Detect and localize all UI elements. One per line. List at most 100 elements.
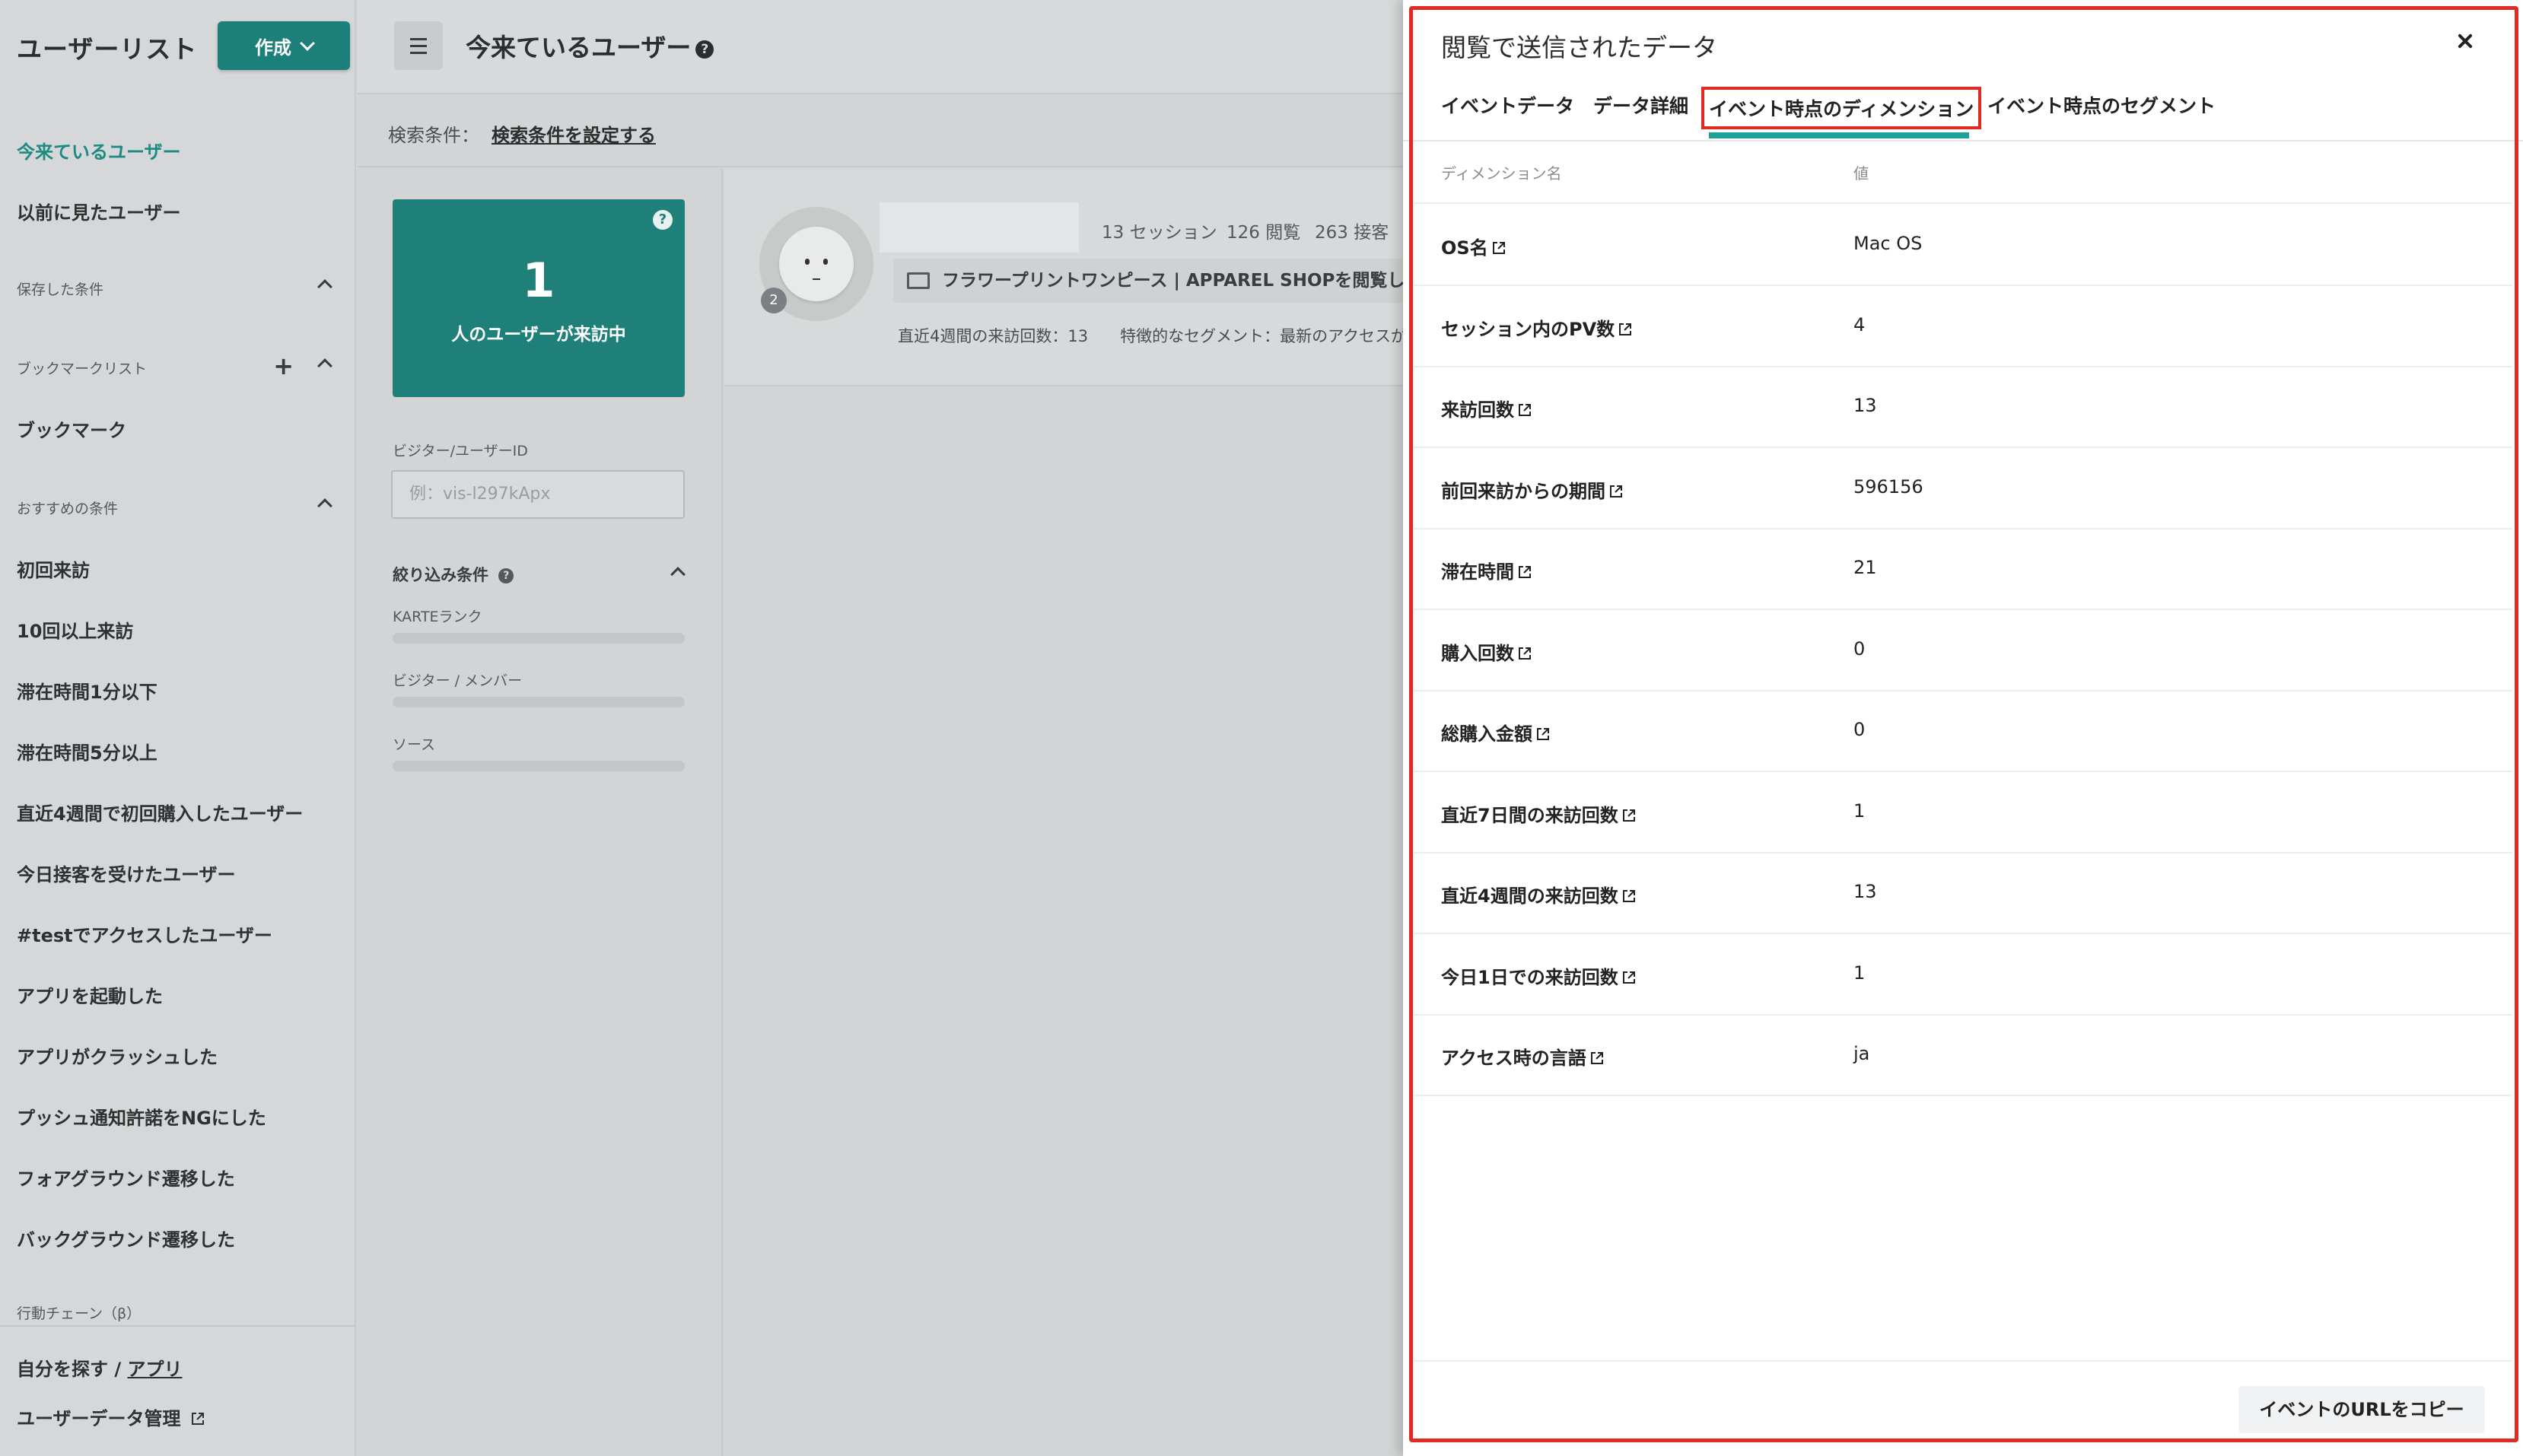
table-row: 来訪回数 13 [1414, 367, 2512, 448]
table-row: 総購入金額 0 [1414, 691, 2512, 772]
external-link-icon[interactable] [1517, 646, 1532, 661]
tab-event-dimensions[interactable]: イベント時点のディメンション [1701, 87, 1982, 129]
sidebar-item-find-self[interactable]: 自分を探す / アプリ [17, 1354, 182, 1381]
external-link-icon[interactable] [1621, 808, 1637, 823]
external-link-icon[interactable] [1618, 322, 1633, 337]
avatar-face-icon [779, 227, 854, 301]
dimension-name[interactable]: 購入回数 [1441, 638, 1532, 665]
copy-event-url-button[interactable]: イベントのURLをコピー [2238, 1386, 2485, 1433]
source-bar[interactable] [393, 761, 685, 771]
sidebar-section-saved[interactable]: 保存した条件 [17, 278, 333, 299]
visitor-id-input[interactable]: 例：vis-l297kApx [391, 470, 685, 519]
external-link-icon[interactable] [1535, 726, 1551, 742]
tab-event-data[interactable]: イベントデータ [1441, 91, 1574, 119]
dimension-value: ja [1853, 1043, 1870, 1064]
user-sessions: 13 セッション [1102, 223, 1217, 243]
chevron-up-icon[interactable] [670, 567, 686, 582]
dimension-value: 21 [1853, 557, 1877, 578]
filter-column: ? 1 人のユーザーが来訪中 ビジター/ユーザーID 例：vis-l297kAp… [358, 169, 723, 1456]
sidebar-item-recommended[interactable]: プッシュ通知許諾をNGにした [17, 1103, 266, 1130]
chevron-up-icon[interactable] [317, 358, 332, 374]
dimension-name[interactable]: 総購入金額 [1441, 719, 1551, 745]
panel-title: 閲覧で送信されたデータ [1441, 33, 1717, 62]
page-title-text: 今来ているユーザー [466, 33, 692, 62]
sidebar-item-recommended[interactable]: 滞在時間1分以下 [17, 677, 157, 704]
sidebar-item-recommended[interactable]: 初回来訪 [17, 555, 90, 582]
sidebar-item-recommended[interactable]: 直近4週間で初回購入したユーザー [17, 799, 303, 825]
sidebar-section-recommended-label: おすすめの条件 [17, 501, 119, 517]
dimension-name[interactable]: 滞在時間 [1441, 557, 1532, 583]
help-icon[interactable]: ? [498, 568, 514, 583]
sidebar-title: ユーザーリスト [17, 34, 198, 64]
sidebar-item-user-data[interactable]: ユーザーデータ管理 [17, 1404, 205, 1430]
table-row: セッション内のPV数 4 [1414, 287, 2512, 367]
table-row: アクセス時の言語 ja [1414, 1016, 2512, 1096]
column-header-name: ディメンション名 [1441, 164, 1562, 183]
close-icon[interactable] [2450, 26, 2480, 56]
chevron-up-icon[interactable] [317, 279, 332, 294]
karte-rank-bar[interactable] [393, 633, 685, 644]
dimension-name[interactable]: 直近4週間の来訪回数 [1441, 881, 1637, 908]
menu-button[interactable] [394, 21, 443, 70]
chevron-up-icon[interactable] [317, 498, 332, 513]
source-label: ソース [393, 736, 436, 753]
dimension-name-text: 今日1日での来訪回数 [1441, 966, 1618, 988]
tab-event-segments[interactable]: イベント時点のセグメント [1987, 91, 2216, 119]
avatar-eye [823, 259, 828, 265]
user-views: 126 閲覧 [1227, 223, 1301, 243]
user-meta: 直近4週間の来訪回数：13 特徴的なセグメント：最新のアクセスが [898, 327, 1408, 345]
dimension-name[interactable]: OS名 [1441, 233, 1506, 259]
table-row: 直近7日間の来訪回数 1 [1414, 773, 2512, 854]
dimension-value: 13 [1853, 395, 1877, 416]
visitor-id-label: ビジター/ユーザーID [393, 443, 528, 459]
external-link-icon[interactable] [1517, 402, 1532, 418]
sidebar-item-recommended[interactable]: アプリを起動した [17, 981, 163, 1008]
external-link-icon[interactable] [1608, 484, 1624, 499]
dimension-value: 13 [1853, 881, 1877, 902]
external-link-icon [191, 1413, 204, 1425]
table-row: OS名 Mac OS [1414, 205, 2512, 286]
dimension-name-text: 直近7日間の来訪回数 [1441, 804, 1618, 826]
dimension-name[interactable]: セッション内のPV数 [1441, 314, 1633, 341]
search-conditions-label: 検索条件： [388, 125, 479, 146]
dimension-name[interactable]: 前回来訪からの期間 [1441, 476, 1624, 503]
table-row: 前回来訪からの期間 596156 [1414, 449, 2512, 529]
dimension-name[interactable]: 直近7日間の来訪回数 [1441, 800, 1637, 827]
table-row: 購入回数 0 [1414, 611, 2512, 691]
set-search-conditions-link[interactable]: 検索条件を設定する [492, 120, 656, 147]
external-link-icon[interactable] [1621, 970, 1637, 985]
external-link-icon[interactable] [1589, 1051, 1605, 1066]
sidebar: ユーザーリスト 作成 今来ているユーザー 以前に見たユーザー 保存した条件 ブッ… [0, 0, 356, 1456]
sidebar-item-current-users[interactable]: 今来ているユーザー [17, 137, 181, 164]
dimension-name-text: セッション内のPV数 [1441, 318, 1615, 340]
external-link-icon[interactable] [1491, 240, 1506, 256]
sidebar-item-recommended[interactable]: 今日接客を受けたユーザー [17, 860, 236, 886]
help-icon[interactable]: ? [695, 40, 714, 59]
sidebar-item-recommended[interactable]: フォアグラウンド遷移した [17, 1164, 235, 1191]
dimension-name[interactable]: 今日1日での来訪回数 [1441, 962, 1637, 989]
help-icon[interactable]: ? [653, 210, 673, 230]
sidebar-item-recommended[interactable]: 10回以上来訪 [17, 616, 133, 643]
sidebar-section-bookmarks-label: ブックマークリスト [17, 361, 148, 377]
hamburger-icon-line [410, 44, 427, 47]
avatar-eye [805, 259, 810, 265]
create-button[interactable]: 作成 [218, 21, 350, 70]
dimension-name[interactable]: 来訪回数 [1441, 395, 1532, 421]
sidebar-item-recommended[interactable]: #testでアクセスしたユーザー [17, 920, 272, 947]
visitor-member-bar[interactable] [393, 697, 685, 707]
plus-icon[interactable]: + [273, 351, 294, 380]
sidebar-item-bookmark[interactable]: ブックマーク [17, 415, 126, 442]
external-link-icon[interactable] [1517, 564, 1532, 580]
dimension-value: 0 [1853, 719, 1866, 740]
dimension-name[interactable]: アクセス時の言語 [1441, 1043, 1605, 1070]
tab-data-detail[interactable]: データ詳細 [1593, 91, 1688, 119]
current-page-chip[interactable]: フラワープリントワンピース | APPAREL SHOPを閲覧し [893, 259, 1426, 303]
find-self-app-link[interactable]: アプリ [127, 1359, 182, 1380]
external-link-icon[interactable] [1621, 889, 1637, 904]
narrow-conditions-label: 絞り込み条件 ? [393, 563, 514, 586]
dimension-value: 596156 [1853, 475, 1923, 498]
sidebar-item-past-users[interactable]: 以前に見たユーザー [17, 198, 181, 224]
sidebar-item-recommended[interactable]: アプリがクラッシュした [17, 1042, 218, 1069]
sidebar-item-recommended[interactable]: 滞在時間5分以上 [17, 738, 157, 765]
sidebar-item-recommended[interactable]: バックグラウンド遷移した [17, 1225, 235, 1251]
